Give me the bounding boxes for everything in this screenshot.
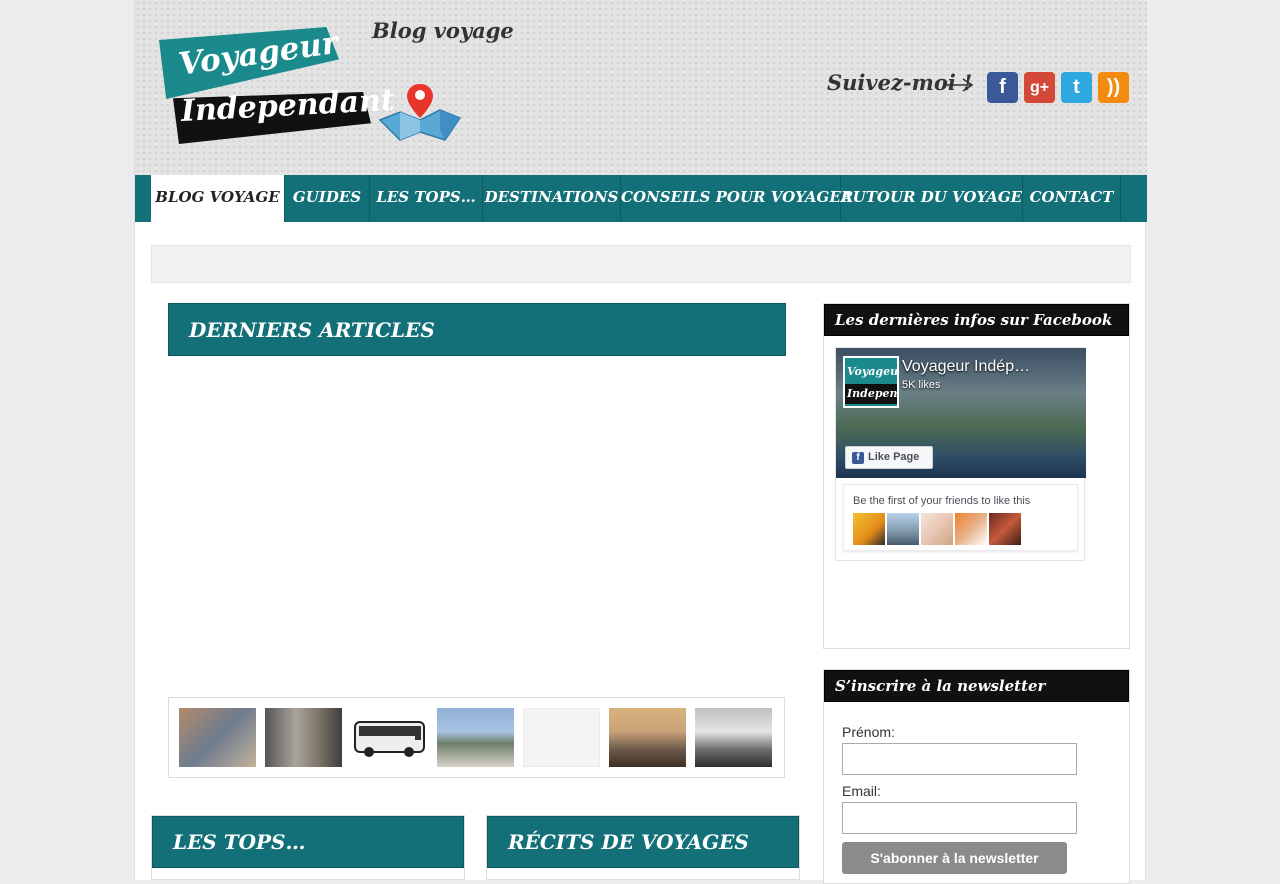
facebook-page-avatar[interactable]: Voyageur Independa [843, 356, 899, 408]
facebook-likes-count: 5K likes [902, 379, 941, 391]
nav-item-contact[interactable]: Contact [1023, 175, 1121, 222]
article-thumbnail[interactable] [179, 708, 256, 767]
page: Voyageur Independant Blog voyage Suivez-… [134, 0, 1147, 884]
facebook-widget-title: Les dernières infos sur Facebook [824, 304, 1129, 336]
google-plus-icon[interactable]: g+ [1024, 72, 1055, 103]
tops-title: Les tops… [152, 816, 464, 868]
tops-section: Les tops… [151, 815, 465, 880]
article-thumbnail[interactable] [523, 708, 600, 767]
article-thumbnail[interactable] [265, 708, 342, 767]
stories-section: Récits de voyages [486, 815, 800, 880]
nav-item-les-tops[interactable]: Les tops… [370, 175, 483, 222]
article-thumbnails [168, 697, 785, 778]
site-tagline: Blog voyage [372, 18, 514, 43]
email-label: Email: [842, 783, 881, 799]
friend-avatar[interactable] [989, 513, 1021, 545]
nav-item-blog-voyage[interactable]: Blog voyage [151, 175, 285, 222]
like-page-button[interactable]: f Like Page [845, 446, 933, 469]
site-header: Voyageur Independant Blog voyage Suivez-… [135, 0, 1147, 175]
friend-avatar[interactable] [853, 513, 885, 545]
newsletter-widget: S’inscrire à la newsletter Prénom: Email… [823, 669, 1130, 884]
like-page-label: Like Page [868, 451, 920, 463]
bus-icon [354, 721, 425, 757]
rss-icon[interactable]: )) [1098, 72, 1129, 103]
email-field[interactable] [842, 802, 1077, 834]
friend-avatar[interactable] [887, 513, 919, 545]
latest-articles-section: Derniers articles [168, 303, 786, 778]
nav-item-autour-du-voyage[interactable]: Autour du voyage [841, 175, 1023, 222]
latest-articles-title: Derniers articles [168, 303, 786, 356]
firstname-field[interactable] [842, 743, 1077, 775]
nav-item-guides[interactable]: Guides [285, 175, 370, 222]
notice-bar [151, 245, 1131, 283]
site-logo[interactable]: Voyageur Independant [159, 22, 395, 147]
subscribe-button[interactable]: S'abonner à la newsletter [842, 842, 1067, 874]
friends-text: Be the first of your friends to like thi… [853, 495, 1031, 507]
facebook-icon[interactable]: f [987, 72, 1018, 103]
stories-title: Récits de voyages [487, 816, 799, 868]
twitter-icon[interactable]: t [1061, 72, 1092, 103]
firstname-label: Prénom: [842, 724, 895, 740]
facebook-page-plugin: Voyageur Independa Voyageur Indép… 5K li… [835, 347, 1086, 561]
article-thumbnail[interactable] [437, 708, 514, 767]
avatar-line1: Voyageur [845, 362, 897, 382]
facebook-icon: f [852, 452, 864, 464]
map-pin-icon [378, 84, 462, 141]
main-nav: Blog voyage Guides Les tops… Destination… [135, 175, 1147, 222]
friend-avatar[interactable] [921, 513, 953, 545]
nav-item-conseils[interactable]: Conseils pour voyager [621, 175, 853, 222]
nav-item-destinations[interactable]: Destinations [483, 175, 621, 222]
article-thumbnail[interactable] [351, 708, 428, 767]
arrow-right-icon [947, 78, 974, 92]
facebook-page-name[interactable]: Voyageur Indép… [902, 358, 1030, 376]
facebook-widget: Les dernières infos sur Facebook Voyageu… [823, 303, 1130, 649]
facebook-friends-box: Be the first of your friends to like thi… [843, 484, 1078, 551]
article-thumbnail[interactable] [609, 708, 686, 767]
article-thumbnail[interactable] [695, 708, 772, 767]
newsletter-widget-title: S’inscrire à la newsletter [824, 670, 1129, 702]
avatar-line2: Independa [845, 384, 897, 404]
friend-avatar[interactable] [955, 513, 987, 545]
